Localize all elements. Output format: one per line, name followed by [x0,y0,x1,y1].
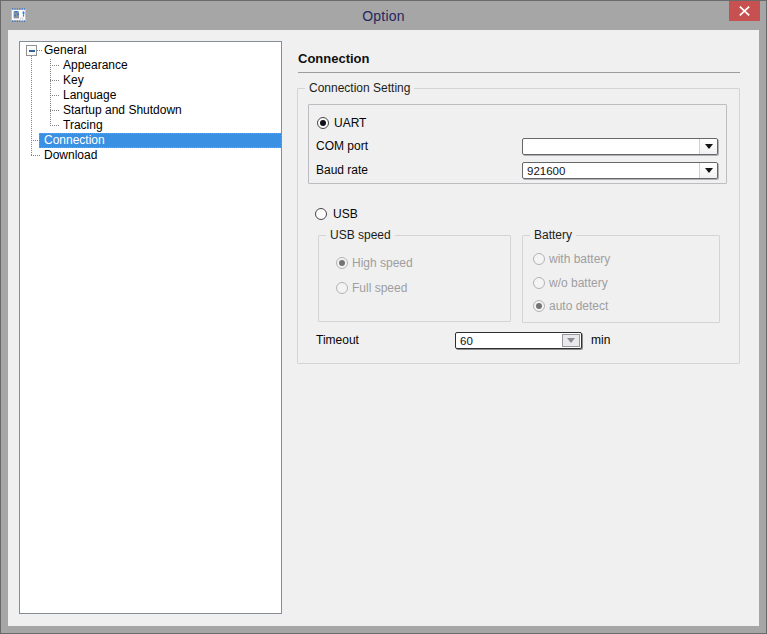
auto-detect-radio-label: auto detect [549,300,608,313]
high-speed-radio[interactable] [336,257,348,269]
usb-radio[interactable] [315,208,327,220]
com-port-value[interactable] [524,140,699,153]
auto-detect-radio[interactable] [533,300,545,312]
timeout-combobox[interactable] [455,332,582,349]
baud-rate-value[interactable] [524,164,699,177]
usb-speed-group-label: USB speed [326,229,395,242]
tree-item-download[interactable]: Download [20,148,281,163]
com-port-combobox[interactable] [522,138,718,155]
tree-item-key[interactable]: Key [20,73,281,88]
option-dialog-window: Option General A [0,0,767,634]
timeout-label: Timeout [316,332,359,349]
com-port-dropdown-button[interactable] [699,139,717,154]
battery-group-label: Battery [530,229,576,242]
com-port-label: COM port [316,138,368,155]
usb-speed-group: USB speed [318,235,511,322]
dialog-client-area: General Appearance Key Language Startup … [8,30,759,626]
timeout-value[interactable] [457,334,563,347]
with-battery-radio-label: with battery [549,253,610,266]
options-tree: General Appearance Key Language Startup … [19,41,282,614]
connection-setting-group-label: Connection Setting [305,82,414,95]
full-speed-radio-label: Full speed [352,282,407,295]
tree-item-general[interactable]: General [20,43,281,58]
timeout-dropdown-button[interactable] [562,334,580,347]
baud-rate-dropdown-button[interactable] [699,163,717,178]
uart-radio[interactable] [317,117,329,129]
page-title: Connection [298,51,370,66]
baud-rate-combobox[interactable] [522,162,718,179]
tree-item-connection[interactable]: Connection [20,133,281,148]
dropdown-arrow-icon [705,168,713,173]
tree-item-language[interactable]: Language [20,88,281,103]
tree-item-appearance[interactable]: Appearance [20,58,281,73]
tree-item-tracing[interactable]: Tracing [20,118,281,133]
wo-battery-radio[interactable] [533,277,545,289]
full-speed-radio[interactable] [336,282,348,294]
window-title: Option [1,8,766,24]
high-speed-radio-label: High speed [352,257,413,270]
title-bar[interactable]: Option [1,1,766,30]
dropdown-arrow-icon [567,338,575,343]
tree-item-startup-and-shutdown[interactable]: Startup and Shutdown [20,103,281,118]
wo-battery-radio-label: w/o battery [549,277,608,290]
close-icon [739,6,750,16]
dropdown-arrow-icon [705,144,713,149]
uart-radio-label: UART [334,115,366,132]
heading-rule [298,72,740,73]
usb-radio-label: USB [333,206,358,223]
baud-rate-label: Baud rate [316,162,368,179]
with-battery-radio[interactable] [533,253,545,265]
close-button[interactable] [729,1,760,21]
timeout-unit-label: min [591,332,610,349]
